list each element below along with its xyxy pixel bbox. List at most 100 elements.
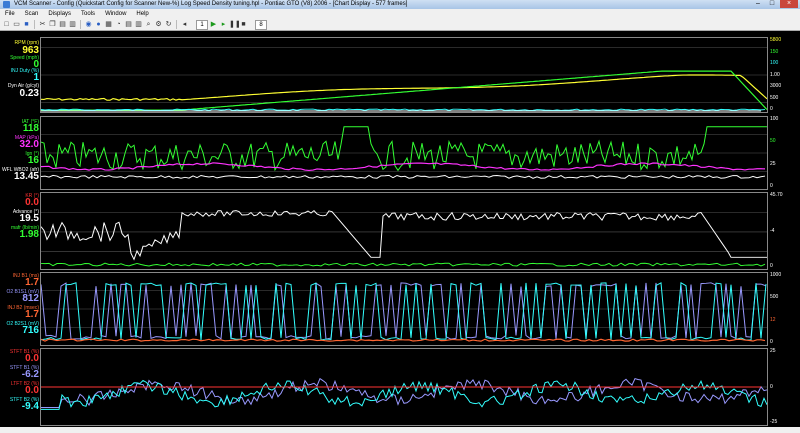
gauge-icon[interactable]: ◔ bbox=[114, 20, 123, 29]
zoom-icon[interactable]: ⌕ bbox=[144, 20, 153, 29]
param-value: 1.7 bbox=[25, 277, 39, 288]
chart-icon[interactable]: ▦ bbox=[104, 20, 113, 29]
trace-map bbox=[41, 162, 766, 172]
axis-tick-label: 150 bbox=[770, 49, 779, 55]
axis-tick-label: 0 bbox=[770, 106, 773, 112]
axis-tick-label: 45.70 bbox=[770, 192, 783, 198]
param-value: 0.0 bbox=[25, 353, 39, 364]
param-value: 0.23 bbox=[19, 88, 39, 99]
axis-tick-label: 0 bbox=[770, 263, 773, 269]
param-labels: INJ B1 (ms) 1.7 O2 B1S1 (mV) 812 INJ B2 (mse… bbox=[0, 272, 40, 346]
paste-icon[interactable]: ▤ bbox=[58, 20, 67, 29]
axis-tick-label: 1000 bbox=[770, 272, 782, 278]
y-axis-scale: 1000 500 12 0 bbox=[768, 272, 800, 346]
axis-tick-label: 5800 bbox=[770, 37, 782, 43]
param-value: 0.0 bbox=[25, 385, 39, 396]
menu-tools[interactable]: Tools bbox=[76, 9, 100, 19]
param-value: 1.7 bbox=[25, 309, 39, 320]
copy-icon[interactable]: ❐ bbox=[48, 20, 57, 29]
menu-help[interactable]: Help bbox=[131, 9, 153, 19]
trace-injb bbox=[41, 338, 766, 342]
trace-svg bbox=[41, 47, 767, 112]
axis-tick-label: 100 bbox=[770, 60, 779, 66]
table-icon[interactable]: ▤ bbox=[124, 20, 133, 29]
chart-pane-4[interactable]: INJ B1 (ms) 1.7 O2 B1S1 (mV) 812 INJ B2 (mse… bbox=[0, 272, 800, 346]
window-title: VCM Scanner - Config (Quickstart Config … bbox=[14, 1, 408, 7]
axis-tick-label: -25 bbox=[770, 419, 778, 425]
chart-pane-2[interactable]: IAT (°F) 118 MAP (kPa) 32.0 Ign (°) 16 WFL WBO… bbox=[0, 116, 800, 190]
param-value: 1 bbox=[33, 72, 39, 83]
maximize-button[interactable]: □ bbox=[766, 0, 778, 8]
axis-tick-label: -4 bbox=[770, 228, 775, 234]
y-axis-scale: 45.70 -4 0 bbox=[768, 192, 800, 270]
step-input[interactable]: 8 bbox=[255, 19, 267, 30]
trace-wbo2 bbox=[41, 174, 766, 179]
plot-area[interactable] bbox=[40, 116, 768, 190]
axis-tick-label: 3000 bbox=[770, 83, 782, 89]
param-labels: IAT (°F) 118 MAP (kPa) 32.0 Ign (°) 16 WFL WBO… bbox=[0, 116, 40, 190]
menu-window[interactable]: Window bbox=[100, 9, 131, 19]
y-axis-scale: 5800 150 100 1.00 3000 500 0 bbox=[768, 37, 800, 113]
print-icon[interactable]: ▥ bbox=[68, 20, 77, 29]
axis-tick-label: 0 bbox=[770, 384, 773, 390]
axis-tick-label: 500 bbox=[770, 95, 779, 101]
trace-rpm bbox=[41, 74, 767, 101]
rewind-icon[interactable]: ◂ bbox=[180, 20, 189, 29]
record-icon[interactable]: ● bbox=[94, 20, 103, 29]
plot-area[interactable] bbox=[40, 37, 768, 113]
axis-tick-label: 1.00 bbox=[770, 72, 780, 78]
menu-file[interactable]: File bbox=[0, 9, 20, 19]
scan-icon[interactable]: ◉ bbox=[84, 20, 93, 29]
param-value: 32.0 bbox=[19, 139, 39, 150]
param-value: 812 bbox=[22, 293, 39, 304]
y-axis-scale: 25 0 -25 bbox=[768, 348, 800, 426]
frame-input[interactable]: 1 bbox=[196, 19, 208, 30]
minimize-button[interactable]: – bbox=[752, 0, 764, 8]
menu-displays[interactable]: Displays bbox=[43, 9, 76, 19]
pause-icon[interactable]: ❚❚ bbox=[229, 20, 241, 29]
plot-area[interactable] bbox=[40, 192, 768, 270]
axis-tick-label: 0 bbox=[770, 183, 773, 189]
step-icon[interactable]: ▸ bbox=[219, 20, 228, 29]
axis-tick-label: 25 bbox=[770, 348, 776, 354]
param-value: -9.4 bbox=[21, 401, 39, 412]
plot-area[interactable] bbox=[40, 348, 768, 426]
toolbar-separator bbox=[176, 20, 177, 29]
param-value: 716 bbox=[22, 325, 39, 336]
toolbar-separator bbox=[80, 20, 81, 29]
param-labels: KR (°) 0.0 Advance (°) 19.5 mafr (lb/min) 1.9… bbox=[0, 192, 40, 270]
axis-tick-label: 100 bbox=[770, 116, 779, 122]
stop-icon[interactable]: ■ bbox=[239, 20, 248, 29]
axis-tick-label: 50 bbox=[770, 138, 776, 144]
play-icon[interactable]: ▶ bbox=[209, 20, 218, 29]
chart-pane-5[interactable]: STFT B1 (%) 0.0 STFT B1 (%) -6.2 LTFT B2 (%)… bbox=[0, 348, 800, 426]
histogram-icon[interactable]: ▥ bbox=[134, 20, 143, 29]
menu-scan[interactable]: Scan bbox=[20, 9, 44, 19]
param-value: 13.45 bbox=[13, 171, 39, 182]
menu-bar: File Scan Displays Tools Window Help bbox=[0, 9, 800, 19]
title-bar: VCM Scanner - Config (Quickstart Config … bbox=[0, 0, 800, 9]
refresh-icon[interactable]: ↻ bbox=[164, 20, 173, 29]
axis-tick-label: 12 bbox=[770, 317, 776, 323]
close-button[interactable]: × bbox=[780, 0, 798, 8]
plot-area[interactable] bbox=[40, 272, 768, 346]
toolbar-separator bbox=[34, 20, 35, 29]
toolbar: □ ▭ ■ ✂ ❐ ▤ ▥ ◉ ● ▦ ◔ ▤ ▥ ⌕ ⚙ ↻ ◂ 1 ▶ ▸ … bbox=[0, 19, 800, 31]
param-value: -6.2 bbox=[21, 369, 39, 380]
open-icon[interactable]: ▭ bbox=[12, 20, 21, 29]
param-value: 16 bbox=[27, 155, 39, 166]
chart-pane-1[interactable]: RPM (rpm) 963 Speed (mph) 0 INJ Duty (%) 1 Dyn… bbox=[0, 37, 800, 113]
param-value: 0.0 bbox=[25, 197, 39, 208]
new-icon[interactable]: □ bbox=[2, 20, 11, 29]
trace-advance bbox=[41, 209, 767, 261]
trace-svg bbox=[41, 209, 767, 267]
save-icon[interactable]: ■ bbox=[22, 20, 31, 29]
trace-stft-b2 bbox=[41, 379, 767, 410]
cut-icon[interactable]: ✂ bbox=[38, 20, 47, 29]
settings-icon[interactable]: ⚙ bbox=[154, 20, 163, 29]
param-value: 19.5 bbox=[19, 213, 39, 224]
trace-mafr bbox=[41, 262, 766, 267]
axis-tick-label: 25 bbox=[770, 161, 776, 167]
chart-pane-3[interactable]: KR (°) 0.0 Advance (°) 19.5 mafr (lb/min) 1.9… bbox=[0, 192, 800, 270]
app-icon bbox=[3, 1, 10, 8]
